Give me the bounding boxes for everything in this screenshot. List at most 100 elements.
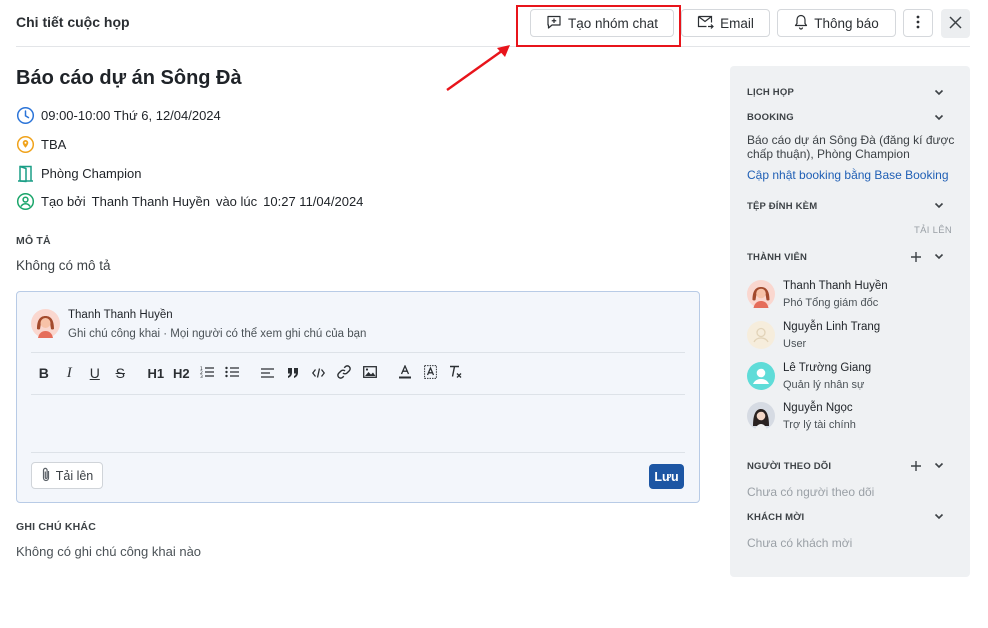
member-name: Thanh Thanh Huyền — [783, 280, 888, 292]
underline-button[interactable]: U — [82, 364, 108, 382]
details-sidebar: LỊCH HỌP BOOKING Báo cáo dự án Sông Đà (… — [730, 66, 970, 577]
comment-author: Thanh Thanh Huyền — [68, 309, 173, 321]
create-chat-group-label: Tạo nhóm chat — [567, 15, 659, 31]
modal-title: Chi tiết cuộc họp — [16, 14, 130, 30]
email-label: Email — [720, 15, 754, 31]
quote-button[interactable] — [281, 364, 307, 382]
other-notes-label: GHI CHÚ KHÁC — [16, 521, 96, 533]
meeting-creator-row: Tạo bởi Thanh Thanh Huyền vào lúc 10:27 … — [16, 192, 363, 211]
close-icon — [949, 15, 962, 32]
code-button[interactable] — [306, 364, 332, 382]
chevron-down-icon[interactable] — [932, 110, 946, 124]
location-pin-icon — [16, 135, 35, 154]
image-icon — [362, 365, 377, 381]
text-color-icon — [399, 363, 412, 382]
avatar — [747, 321, 775, 349]
member-role: Trợ lý tài chính — [783, 419, 856, 431]
chevron-down-icon[interactable] — [932, 249, 946, 263]
avatar — [747, 362, 775, 390]
paperclip-icon — [41, 467, 51, 485]
link-button[interactable] — [332, 364, 358, 382]
member-name: Lê Trường Giang — [783, 362, 872, 374]
member-item[interactable]: Thanh Thanh Huyền Phó Tổng giám đốc — [747, 280, 957, 312]
created-prefix: Tạo bởi — [41, 194, 86, 209]
ordered-list-icon: 123 — [200, 366, 214, 381]
schedule-section-label: LỊCH HỌP — [747, 87, 794, 98]
avatar — [747, 280, 775, 308]
bullet-list-button[interactable] — [220, 364, 246, 382]
guests-empty-text: Chưa có khách mời — [747, 536, 853, 550]
strikethrough-button[interactable]: S — [108, 364, 134, 382]
meeting-title: Báo cáo dự án Sông Đà — [16, 67, 242, 89]
more-options-button[interactable] — [903, 9, 933, 37]
add-member-icon[interactable] — [909, 250, 923, 264]
vertical-dots-icon — [916, 15, 920, 32]
highlight-button[interactable] — [418, 364, 444, 382]
ordered-list-button[interactable]: 123 — [194, 364, 220, 382]
divider — [31, 352, 685, 353]
member-name: Nguyễn Linh Trang — [783, 321, 881, 333]
booking-update-link[interactable]: Cập nhật booking bằng Base Booking — [747, 168, 949, 182]
italic-button[interactable]: I — [57, 364, 83, 382]
align-left-icon — [261, 366, 275, 381]
notify-label: Thông báo — [814, 15, 879, 31]
text-color-button[interactable] — [393, 363, 419, 382]
description-text: Không có mô tả — [16, 258, 111, 273]
booking-section-label: BOOKING — [747, 112, 794, 123]
created-at: 10:27 11/04/2024 — [263, 194, 364, 209]
image-button[interactable] — [357, 364, 383, 382]
email-button[interactable]: Email — [681, 9, 770, 37]
booking-info: Báo cáo dự án Sông Đà (đăng kí được chấp… — [747, 133, 955, 161]
comment-input[interactable] — [31, 395, 685, 451]
bell-icon — [794, 14, 808, 33]
attachments-upload-link[interactable]: TẢI LÊN — [914, 225, 952, 236]
link-icon — [337, 364, 352, 382]
heading1-button[interactable]: H1 — [143, 364, 169, 382]
description-label: MÔ TẢ — [16, 235, 51, 247]
heading2-button[interactable]: H2 — [169, 364, 195, 382]
chat-add-icon — [546, 14, 562, 33]
comment-editor: Thanh Thanh Huyền Ghi chú công khai · Mọ… — [16, 291, 700, 503]
member-item[interactable]: Lê Trường Giang Quản lý nhân sự — [747, 362, 957, 394]
meeting-location: TBA — [41, 137, 67, 152]
meeting-time-row: 09:00-10:00 Thứ 6, 12/04/2024 — [16, 106, 221, 125]
highlight-color-icon — [424, 364, 438, 382]
save-button[interactable]: Lưu — [649, 464, 684, 489]
notify-button[interactable]: Thông báo — [777, 9, 896, 37]
guests-section-label: KHÁCH MỜI — [747, 512, 805, 523]
divider — [31, 452, 685, 453]
followers-section-label: NGƯỜI THEO DÕI — [747, 461, 832, 472]
annotation-arrow-icon — [446, 45, 510, 91]
code-icon — [312, 366, 326, 381]
chevron-down-icon[interactable] — [932, 85, 946, 99]
door-icon — [16, 164, 35, 183]
created-mid: vào lúc — [215, 194, 258, 209]
bold-button[interactable]: B — [31, 364, 57, 382]
member-item[interactable]: Nguyễn Linh Trang User — [747, 321, 957, 353]
add-follower-icon[interactable] — [909, 459, 923, 473]
member-item[interactable]: Nguyễn Ngọc Trợ lý tài chính — [747, 402, 957, 434]
meeting-room-row: Phòng Champion — [16, 164, 141, 183]
members-section-label: THÀNH VIÊN — [747, 252, 808, 263]
member-name: Nguyễn Ngọc — [783, 402, 853, 414]
upload-label: Tải lên — [55, 468, 94, 483]
create-chat-group-button[interactable]: Tạo nhóm chat — [530, 9, 674, 37]
chevron-down-icon[interactable] — [932, 509, 946, 523]
meeting-room: Phòng Champion — [41, 166, 142, 181]
avatar — [747, 402, 775, 430]
upload-button[interactable]: Tải lên — [31, 462, 103, 489]
created-by: Thanh Thanh Huyền — [91, 194, 210, 209]
followers-empty-text: Chưa có người theo dõi — [747, 485, 875, 499]
quote-icon — [287, 366, 299, 381]
member-role: User — [783, 338, 807, 350]
close-button[interactable] — [941, 9, 970, 38]
align-button[interactable] — [255, 364, 281, 382]
clear-format-button[interactable] — [444, 364, 470, 382]
meeting-location-row: TBA — [16, 135, 66, 154]
member-role: Quản lý nhân sự — [783, 379, 865, 391]
chevron-down-icon[interactable] — [932, 198, 946, 212]
member-role: Phó Tổng giám đốc — [783, 297, 879, 309]
clear-format-icon — [449, 365, 463, 382]
chevron-down-icon[interactable] — [932, 458, 946, 472]
format-toolbar: B I U S H1 H2 123 — [31, 363, 470, 382]
